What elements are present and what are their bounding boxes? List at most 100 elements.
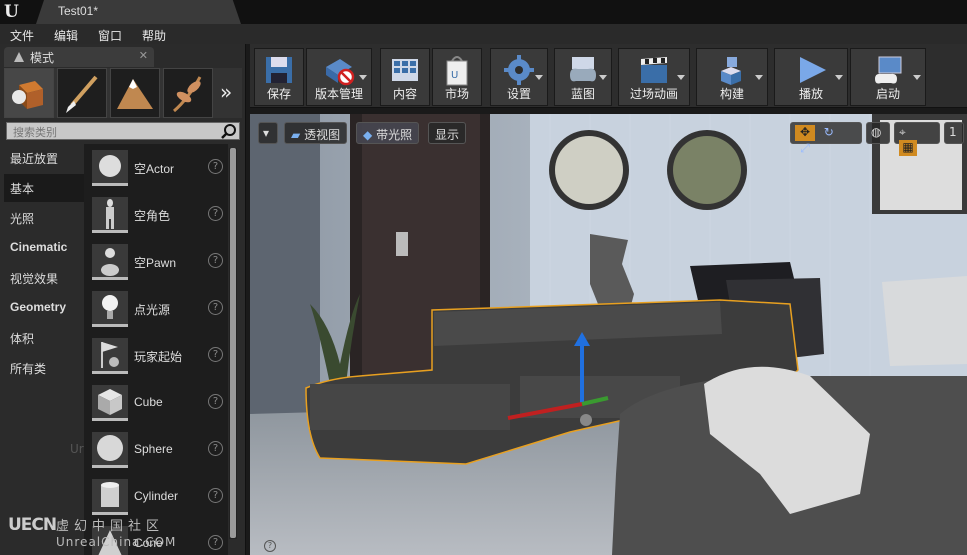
modes-tab-label: 模式: [30, 51, 55, 65]
category-volumes[interactable]: 体积: [4, 324, 84, 352]
modes-tab[interactable]: 模式 ✕: [4, 47, 154, 67]
close-icon[interactable]: ✕: [139, 49, 148, 62]
item-label: 点光源: [134, 303, 171, 317]
scale-tool-icon[interactable]: ⤢: [795, 141, 815, 156]
search-icon[interactable]: [221, 123, 237, 139]
launch-button[interactable]: 启动: [850, 48, 926, 106]
category-lights[interactable]: 光照: [4, 204, 84, 232]
paint-mode-button[interactable]: [57, 68, 107, 118]
settings-button[interactable]: 设置: [490, 48, 548, 106]
perspective-icon: ▰: [291, 128, 301, 142]
play-button[interactable]: 播放: [774, 48, 848, 106]
item-label: 空Actor: [134, 162, 175, 176]
scrollbar-thumb[interactable]: [230, 148, 236, 538]
rotate-tool-icon[interactable]: ↻: [819, 125, 839, 139]
cinematics-label: 过场动画: [629, 87, 678, 101]
menu-help[interactable]: 帮助: [142, 27, 166, 44]
menu-window[interactable]: 窗口: [98, 27, 122, 44]
gear-icon: [504, 55, 534, 85]
place-mode-icon: [12, 81, 43, 109]
save-button[interactable]: 保存: [254, 48, 304, 106]
perspective-label: 透视图: [304, 128, 341, 142]
more-modes-icon[interactable]: »: [220, 80, 232, 104]
scene-render: [250, 114, 967, 555]
cinematics-button[interactable]: 过场动画: [618, 48, 690, 106]
place-mode-button[interactable]: [4, 68, 54, 118]
level-viewport[interactable]: ▾ ▰ 透视图 ◆ 带光照 显示 ✥ ↻ ⤢ ◍ ⌖ ▦ 1 ?: [250, 114, 967, 555]
cylinder-thumb-icon: [92, 479, 128, 515]
menu-edit[interactable]: 编辑: [54, 27, 78, 44]
foliage-mode-button[interactable]: [163, 68, 213, 118]
item-label: Sphere: [134, 442, 173, 456]
character-thumb-icon: [92, 197, 128, 233]
list-item[interactable]: 玩家起始 ?: [84, 334, 228, 381]
category-geometry[interactable]: Geometry: [4, 294, 84, 322]
unreal-logo-icon: U: [4, 2, 19, 22]
list-item[interactable]: Sphere ?: [84, 428, 228, 475]
viewport-help-icon[interactable]: ?: [264, 540, 276, 552]
help-icon[interactable]: ?: [208, 347, 223, 362]
chevron-down-icon[interactable]: [835, 75, 843, 80]
list-item[interactable]: 空Actor ?: [84, 146, 228, 193]
show-button[interactable]: 显示: [428, 122, 467, 144]
category-cinematic[interactable]: Cinematic: [4, 234, 84, 262]
build-label: 构建: [719, 87, 744, 101]
show-label: 显示: [435, 128, 460, 142]
help-icon[interactable]: ?: [208, 300, 223, 315]
lit-mode-button[interactable]: ◆ 带光照: [356, 122, 420, 144]
category-visual-effects[interactable]: 视觉效果: [4, 264, 84, 292]
mode-selector: »: [4, 68, 242, 118]
grid-snap-icon[interactable]: ▦: [899, 140, 917, 156]
perspective-button[interactable]: ▰ 透视图: [284, 122, 348, 144]
build-button[interactable]: 构建: [696, 48, 768, 106]
world-local-toggle[interactable]: ◍: [866, 122, 890, 144]
help-icon[interactable]: ?: [208, 488, 223, 503]
viewport-options-button[interactable]: ▾: [258, 122, 278, 144]
foliage-icon: [173, 76, 202, 113]
surface-snap-icon[interactable]: ⌖: [899, 125, 917, 140]
landscape-mode-button[interactable]: [110, 68, 160, 118]
list-item[interactable]: Cube ?: [84, 381, 228, 428]
lit-sphere-icon: ◆: [363, 128, 373, 142]
grid-size-button[interactable]: 1: [944, 122, 964, 144]
landscape-icon: [117, 79, 153, 109]
document-tab[interactable]: Test01*: [36, 0, 241, 24]
help-icon[interactable]: ?: [208, 253, 223, 268]
translate-tool-icon[interactable]: ✥: [795, 125, 815, 141]
menu-file[interactable]: 文件: [10, 27, 34, 44]
chevron-down-icon[interactable]: [913, 75, 921, 80]
chevron-down-icon[interactable]: [677, 75, 685, 80]
category-all-classes[interactable]: 所有类: [4, 354, 84, 382]
save-label: 保存: [266, 87, 291, 101]
help-icon[interactable]: ?: [208, 441, 223, 456]
chevron-down-icon[interactable]: [755, 75, 763, 80]
blueprints-button[interactable]: 蓝图: [554, 48, 612, 106]
chevron-down-icon[interactable]: [535, 75, 543, 80]
marketplace-button[interactable]: U 市场: [432, 48, 482, 106]
item-label: 玩家起始: [134, 350, 183, 364]
clapperboard-icon: [641, 57, 667, 83]
help-icon[interactable]: ?: [208, 206, 223, 221]
content-button[interactable]: 内容: [380, 48, 430, 106]
watermark-cn: 虚幻中国社区: [56, 519, 165, 534]
chevron-down-icon[interactable]: [599, 75, 607, 80]
svg-text:U: U: [451, 70, 458, 81]
list-item[interactable]: 空角色 ?: [84, 193, 228, 240]
chevron-down-icon[interactable]: [359, 75, 367, 80]
category-basic[interactable]: 基本: [4, 174, 84, 202]
list-item[interactable]: 点光源 ?: [84, 287, 228, 334]
marketplace-label: 市场: [444, 87, 469, 101]
list-item[interactable]: 空Pawn ?: [84, 240, 228, 287]
category-recent[interactable]: 最近放置: [4, 144, 84, 172]
build-blocks-icon: [721, 57, 741, 85]
launch-monitor-icon: [875, 56, 902, 84]
watermark-url: UnrealChina.COM: [56, 535, 177, 549]
source-control-button[interactable]: 版本管理: [306, 48, 372, 106]
help-icon[interactable]: ?: [208, 394, 223, 409]
watermark-faint-text: Ur: [70, 442, 84, 456]
items-scrollbar[interactable]: [229, 148, 237, 539]
watermark: UECN 虚幻中国社区 UnrealChina.COM: [8, 513, 244, 553]
category-search-input[interactable]: 搜索类别: [6, 122, 240, 140]
help-icon[interactable]: ?: [208, 159, 223, 174]
item-label: 空Pawn: [134, 256, 177, 270]
